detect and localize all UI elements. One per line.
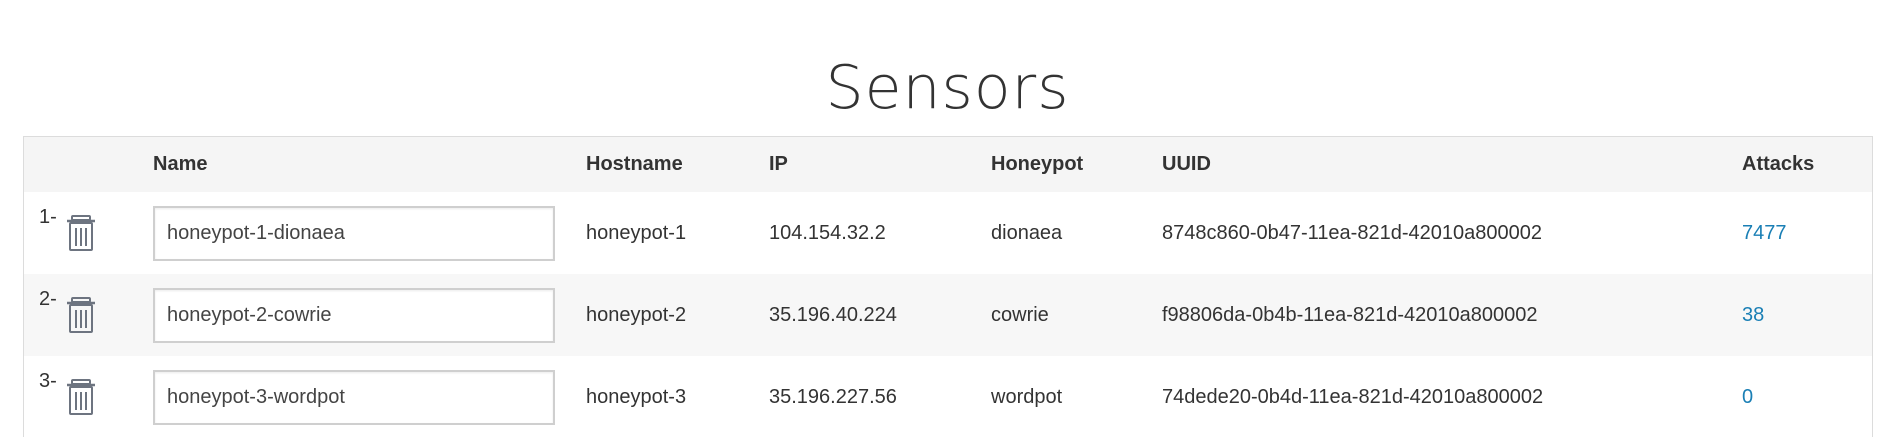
sensor-name-input[interactable] (153, 205, 555, 261)
header-ip: IP (769, 153, 788, 175)
attacks-link[interactable]: 7477 (1742, 222, 1787, 244)
attacks-link[interactable]: 0 (1742, 386, 1753, 408)
name-cell (153, 192, 586, 274)
name-cell (153, 356, 586, 438)
uuid-cell: f98806da-0b4b-11ea-821d-42010a800002 (1162, 303, 1538, 326)
row-index-cell: 2- (24, 274, 153, 356)
uuid-cell: 8748c860-0b47-11ea-821d-42010a800002 (1162, 221, 1542, 244)
ip-cell: 104.154.32.2 (769, 221, 886, 244)
sensor-name-input[interactable] (153, 287, 555, 343)
attacks-cell: 7477 (1742, 192, 1872, 274)
ip-cell: 35.196.227.56 (769, 385, 897, 408)
header-index (24, 137, 153, 192)
honeypot-cell: dionaea (991, 221, 1063, 244)
header-row: Name Hostname IP Honeypot UUID Attacks (24, 137, 1872, 192)
row-index: 2- (39, 288, 57, 310)
table-row: 1- honeypot-1-dionaea honeypot-1 104.154… (24, 192, 1872, 274)
header-honeypot: Honeypot (991, 153, 1084, 175)
name-cell (153, 274, 586, 356)
row-index: 3- (39, 370, 57, 392)
sensors-table-container: Name Hostname IP Honeypot UUID Attacks 1… (23, 136, 1873, 438)
table-body: 1- honeypot-1-dionaea honeypot-1 104.154… (24, 192, 1872, 438)
attacks-cell: 38 (1742, 274, 1872, 356)
header-name: Name (153, 153, 208, 175)
attacks-link[interactable]: 38 (1742, 304, 1764, 326)
trash-icon[interactable] (64, 378, 98, 416)
page-title: Sensors (825, 53, 1070, 123)
trash-icon[interactable] (64, 214, 98, 252)
row-index-cell: 3- (24, 356, 153, 438)
honeypot-cell: cowrie (991, 303, 1049, 326)
header-attacks: Attacks (1742, 153, 1815, 175)
table-row: 2- honeypot-2-cowrie honeypot-2 35.196.4… (24, 274, 1872, 356)
uuid-cell: 74dede20-0b4d-11ea-821d-42010a800002 (1162, 385, 1544, 408)
sensor-name-input[interactable] (153, 369, 555, 425)
sensors-table: Name Hostname IP Honeypot UUID Attacks 1… (24, 137, 1872, 438)
row-index-cell: 1- (24, 192, 153, 274)
hostname-cell: honeypot-1 (586, 221, 687, 244)
honeypot-cell: wordpot (991, 385, 1063, 408)
attacks-cell: 0 (1742, 356, 1872, 438)
ip-cell: 35.196.40.224 (769, 303, 897, 326)
trash-icon[interactable] (64, 296, 98, 334)
table-header: Name Hostname IP Honeypot UUID Attacks (24, 137, 1872, 192)
header-hostname: Hostname (586, 153, 683, 175)
row-index: 1- (39, 206, 57, 228)
header-uuid: UUID (1162, 153, 1211, 175)
hostname-cell: honeypot-3 (586, 385, 687, 408)
hostname-cell: honeypot-2 (586, 303, 687, 326)
table-row: 3- honeypot-3-wordpot honeypot-3 35.196.… (24, 356, 1872, 438)
